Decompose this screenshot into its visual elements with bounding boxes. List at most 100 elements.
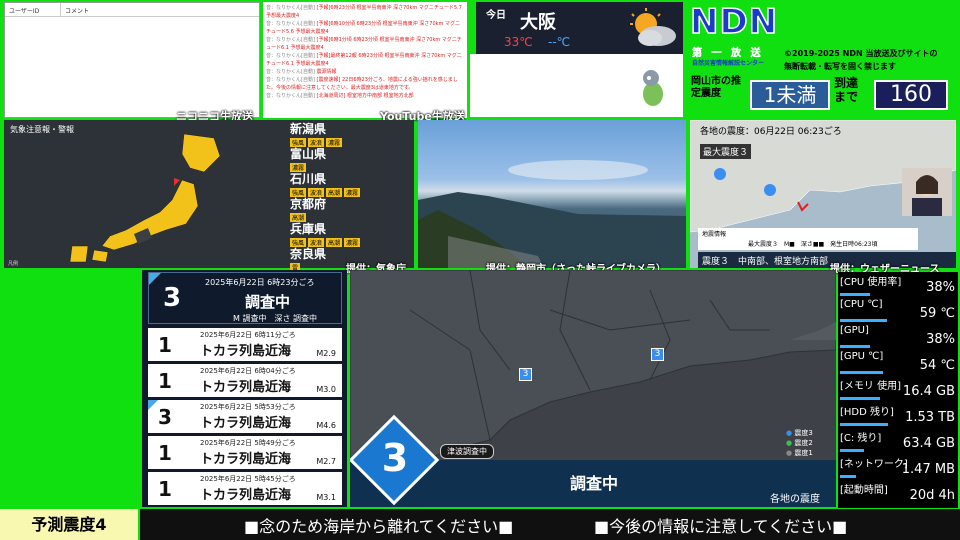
- weather-day-label: 今日: [486, 10, 506, 21]
- warning-tag: 濃霧: [344, 238, 361, 247]
- chat-line: 音：なりかくん[自動] [予報]6時1分頃 6時23分頃 根室半島南東沖 深さ7…: [266, 37, 462, 51]
- sys-metric-label: [ネットワーク]: [840, 459, 908, 470]
- quake-history-item[interactable]: 3 2025年6月22日 5時53分ごろ トカラ列島近海 M4.6: [148, 400, 342, 433]
- prefecture-name: 富山県: [290, 147, 327, 161]
- prefecture-item: 奈良県雷: [290, 245, 326, 272]
- col-user-header: ユーザーID: [5, 3, 61, 16]
- japan-warning-map: [69, 133, 221, 263]
- weathernews-panel: 各地の震度：06月22日 06:23ごろ 最大震度３ 地震情報 最大震度３ M■…: [690, 120, 956, 268]
- latest-detail: M 調査中 深さ 調査中: [233, 314, 317, 323]
- warning-tag: 濃霧: [344, 188, 361, 197]
- quake-intensity: 1: [158, 477, 172, 501]
- sys-metric-bar: [840, 293, 871, 296]
- sys-metric-value: 38%: [926, 280, 955, 295]
- quake-intensity: 1: [158, 333, 172, 357]
- weather-high: 33℃: [504, 35, 533, 49]
- comment-panel: ユーザーID コメント: [4, 2, 260, 118]
- sys-metric-label: [GPU]: [840, 325, 869, 336]
- map-footer: 各地の震度: [770, 494, 820, 505]
- ndn-logo-panel: NDN 第 一 放 送 自然災害情報解説センター ©2019-2025 NDN …: [688, 1, 958, 118]
- announcer-video: [902, 168, 952, 216]
- sys-metric-row: [メモリ 使用] 16.4 GB: [838, 376, 958, 402]
- max-intensity-value: 3: [381, 436, 409, 480]
- ndn-sub1: 第 一 放 送: [692, 48, 764, 59]
- weather-panel: 今日 大阪 33℃ --℃: [476, 2, 683, 54]
- quake-magnitude: M3.0: [316, 385, 336, 394]
- sys-metric-bar: [840, 449, 864, 452]
- quake-history-item[interactable]: 1 2025年6月22日 5時49分ごろ トカラ列島近海 M2.7: [148, 436, 342, 469]
- chat-line: 音：なりかくん[自動] [予報]6時23分頃 根室半島南東沖 深さ70km マグ…: [266, 5, 462, 19]
- prefecture-item: 京都府 高潮: [290, 195, 326, 222]
- quake-history-item[interactable]: 1 2025年6月22日 5時45分ごろ トカラ列島近海 M3.1: [148, 472, 342, 505]
- sys-metric-value: 16.4 GB: [902, 384, 955, 399]
- live-camera-panel: [418, 120, 686, 268]
- wn-area-int: 震度３: [702, 257, 730, 267]
- estimated-intensity-label: 岡山市の推定震度: [691, 76, 741, 99]
- wn-area-name: 中南部、根室地方南部: [738, 257, 829, 267]
- latest-date: 2025年6月22日 6時23分ごろ: [205, 278, 315, 287]
- weather-city: 大阪: [520, 12, 556, 33]
- wn-info-head: 地震情報: [702, 231, 727, 238]
- warning-tag: 高潮: [326, 188, 343, 197]
- intensity-marker: 3: [519, 368, 532, 381]
- warning-tag: 高潮: [326, 238, 343, 247]
- sys-metric-value: 20d 4h: [909, 488, 955, 503]
- sys-metric-label: [CPU 使用率]: [840, 277, 902, 288]
- quake-location: トカラ列島近海: [200, 452, 292, 467]
- intensity-legend: ● 震度3 ● 震度2 ● 震度1: [786, 429, 813, 457]
- sys-metric-label: [HDD 残り]: [840, 407, 894, 418]
- latest-location: 調査中: [245, 293, 291, 311]
- ticker-message-2: ■今後の情報に注意してください■: [594, 517, 848, 536]
- prefecture-item: 石川県 強風 波浪 高潮 濃霧: [290, 170, 361, 197]
- sys-metric-value: 63.4 GB: [902, 436, 955, 451]
- prefecture-name: 新潟県: [290, 122, 327, 136]
- status-text: 調査中: [570, 474, 619, 493]
- sys-metric-bar: [840, 397, 880, 400]
- prefecture-item: 新潟県 強風 波浪 濃霧: [290, 120, 343, 147]
- wn-max-label: 最大震度３: [700, 144, 752, 159]
- sys-metric-value: 38%: [926, 332, 955, 347]
- mascot-character-icon: [643, 70, 663, 106]
- sys-metric-bar: [840, 319, 888, 322]
- chat-line: 音：なりかくん[自動] [予報]最終第12報 6時23分頃 根室半島南東沖 深さ…: [266, 53, 462, 67]
- quake-date: 2025年6月22日 5時49分ごろ: [200, 439, 296, 447]
- quake-date: 2025年6月22日 5時53分ごろ: [200, 403, 296, 411]
- warning-tag: 濃霧: [326, 138, 343, 147]
- system-monitor: [CPU 使用率] 38% [CPU ℃] 59 ℃ [GPU] 38% [GPU ℃] 54…: [838, 272, 958, 508]
- coast-landscape-image: [418, 160, 686, 268]
- quake-location: トカラ列島近海: [200, 416, 292, 431]
- ticker-message-1: ■念のため海岸から離れてください■: [244, 517, 514, 536]
- sys-metric-bar: [840, 345, 871, 348]
- wn-time-label: 各地の震度：06月22日 06:23ごろ: [700, 127, 842, 137]
- earthquake-history-list: 3 2025年6月22日 6時23分ごろ 調査中 M 調査中 深さ 調査中 1 2…: [142, 270, 347, 507]
- estimated-intensity-value: 1未満: [750, 80, 830, 110]
- arrival-label: 到達まで: [834, 76, 859, 104]
- partly-cloudy-icon: [630, 8, 676, 46]
- forecast-intensity: 予測震度4: [0, 509, 138, 540]
- arrival-countdown: 160: [874, 80, 948, 110]
- sys-metric-label: [起動時間]: [840, 485, 888, 496]
- sys-metric-value: 54 ℃: [919, 358, 955, 373]
- ndn-sub2: 自然災害情報解説センター: [692, 60, 765, 67]
- wn-info-box: 地震情報 最大震度３ M■ 深さ■■ 発生日時06:23頃: [698, 228, 918, 250]
- wn-info-line: 最大震度３ M■ 深さ■■ 発生日時06:23頃: [748, 241, 878, 248]
- sys-metric-row: [ネットワーク] 1.47 MB: [838, 454, 958, 480]
- quake-history-item[interactable]: 1 2025年6月22日 6時04分ごろ トカラ列島近海 M3.0: [148, 364, 342, 397]
- youtube-chat: 音：なりかくん[自動] [予報]6時23分頃 根室半島南東沖 深さ70km マグ…: [263, 2, 467, 118]
- map-corner-label: 凡例: [8, 261, 19, 267]
- sys-metric-label: [GPU ℃]: [840, 351, 884, 362]
- sys-metric-row: [CPU 使用率] 38%: [838, 272, 958, 298]
- quake-intensity: 3: [158, 405, 172, 429]
- jma-warning-panel: 気象注意報・警報 新潟県 強風 波浪 濃霧 富山県 濃霧 石川県 強風 波浪 高潮 濃霧 京都府 高潮兵…: [4, 120, 414, 272]
- sys-metric-label: [C: 残り]: [840, 433, 882, 444]
- latest-intensity: 3: [163, 283, 182, 313]
- chat-line: 音：なりかくん[自動] [予報]6時10分頃 6時23分頃 根室半島南東沖 深さ…: [266, 21, 460, 35]
- sys-metric-row: [HDD 残り] 1.53 TB: [838, 402, 958, 428]
- sys-metric-bar: [840, 423, 888, 426]
- prefecture-name: 京都府: [290, 197, 327, 211]
- sys-metric-row: [GPU] 38%: [838, 324, 958, 350]
- prefecture-name: 兵庫県: [290, 222, 327, 236]
- quake-history-item[interactable]: 1 2025年6月22日 6時11分ごろ トカラ列島近海 M2.9: [148, 328, 342, 361]
- prefecture-item: 富山県 濃霧: [290, 145, 326, 172]
- sys-metric-value: 1.47 MB: [901, 462, 955, 477]
